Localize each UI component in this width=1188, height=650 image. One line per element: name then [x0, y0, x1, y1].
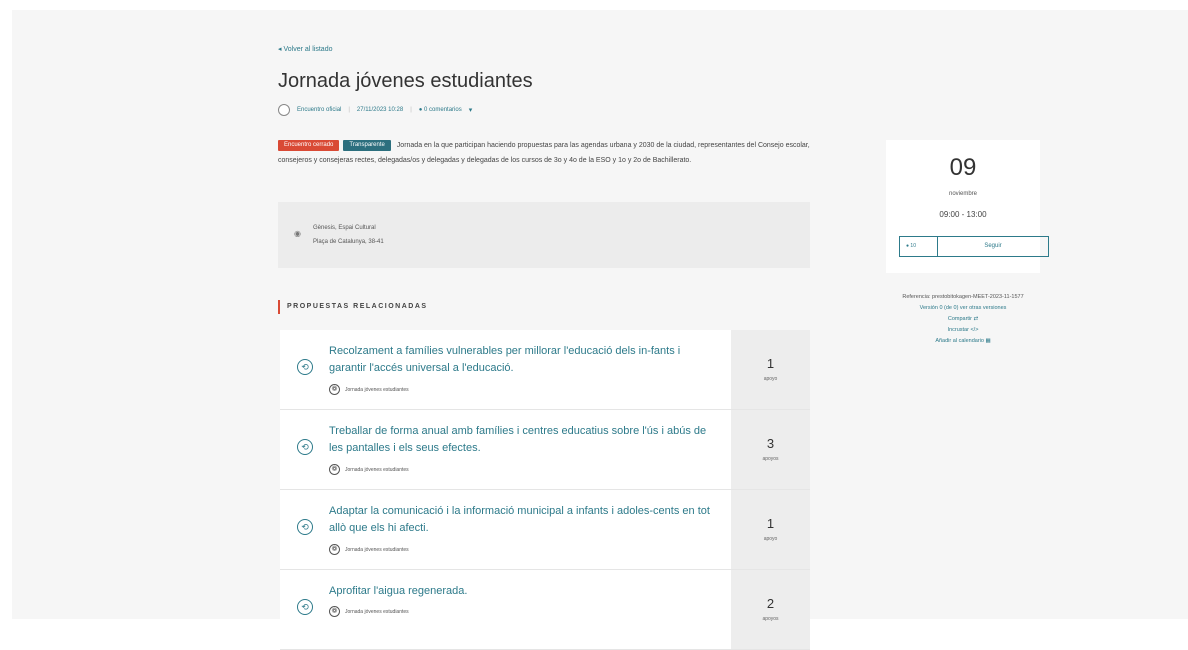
list-item: ⟲ Aprofitar l'aigua regenerada. ❁ Jornad…	[280, 570, 810, 650]
support-count-box: 3 apoyos	[731, 410, 810, 489]
support-count-box: 2 apoyos	[731, 570, 810, 649]
meeting-info: Referencia: prestobitokagen-MEET-2023-11…	[886, 292, 1040, 347]
version-link[interactable]: Versión 0 (de 0) ver otras versiones	[886, 303, 1040, 314]
support-count-box: 1 apoyo	[731, 330, 810, 409]
proposal-tag[interactable]: ❁ Jornada jóvenes estudiantes	[329, 464, 409, 475]
chevron-down-icon[interactable]: ▾	[469, 106, 473, 114]
avatar	[278, 104, 290, 116]
tag-icon: ❁	[329, 384, 340, 395]
support-count-label: apoyos	[762, 456, 779, 462]
page-frame: ◂ Volver al listado Jornada jóvenes estu…	[12, 10, 1188, 650]
list-item: ⟲ Recolzament a famílies vulnerables per…	[280, 330, 810, 410]
proposal-title-link[interactable]: Aprofitar l'aigua regenerada.	[329, 583, 715, 600]
proposal-icon: ⟲	[297, 359, 313, 375]
date-link[interactable]: 27/11/2023 10:28	[357, 107, 403, 113]
share-link[interactable]: Compartir ⇄	[886, 314, 1040, 325]
proposal-tag-label: Jornada jóvenes estudiantes	[345, 608, 409, 615]
support-count: 1	[766, 356, 775, 371]
status-badge: Encuentro cerrado	[278, 140, 340, 151]
support-count-box: 1 apoyo	[731, 490, 810, 569]
proposal-tag-label: Jornada jóvenes estudiantes	[345, 386, 409, 393]
support-count-label: apoyos	[762, 616, 779, 622]
date-card: 09 noviembre 09:00 - 13:00 ● 10 Seguir	[886, 140, 1049, 273]
category-badge[interactable]: Transparente	[343, 140, 391, 151]
reference-text: Referencia: prestobitokagen-MEET-2023-11…	[902, 294, 1024, 300]
event-hours: 09:00 - 13:00	[939, 210, 987, 219]
proposal-tag-label: Jornada jóvenes estudiantes	[345, 546, 409, 553]
tag-icon: ❁	[329, 464, 340, 475]
proposal-icon: ⟲	[297, 439, 313, 455]
follow-count: ● 10	[900, 237, 938, 256]
meta-divider: |	[348, 107, 350, 113]
map-pin-icon: ◉	[294, 229, 301, 238]
meta-divider: |	[410, 107, 412, 113]
proposal-tag[interactable]: ❁ Jornada jóvenes estudiantes	[329, 384, 409, 395]
proposals-list: ⟲ Recolzament a famílies vulnerables per…	[280, 330, 810, 650]
list-item: ⟲ Treballar de forma anual amb famílies …	[280, 410, 810, 490]
meeting-meta: Encuentro oficial | 27/11/2023 10:28 | ●…	[278, 104, 472, 116]
proposal-tag-label: Jornada jóvenes estudiantes	[345, 466, 409, 473]
add-to-calendar-link[interactable]: Añadir al calendario ▦	[886, 336, 1040, 347]
back-to-list-link[interactable]: ◂ Volver al listado	[278, 45, 333, 53]
event-month: noviembre	[948, 191, 977, 197]
author-link[interactable]: Encuentro oficial	[297, 107, 341, 113]
list-item: ⟲ Adaptar la comunicació i la informació…	[280, 490, 810, 570]
support-count-label: apoyo	[763, 536, 778, 542]
follow-label[interactable]: Seguir	[938, 237, 1048, 256]
embed-link[interactable]: Incrustar </>	[886, 325, 1040, 336]
proposal-icon: ⟲	[297, 519, 313, 535]
meeting-description: Encuentro cerrado Transparente Jornada en…	[278, 138, 810, 168]
support-count-label: apoyo	[763, 376, 778, 382]
proposal-tag[interactable]: ❁ Jornada jóvenes estudiantes	[329, 544, 409, 555]
support-count: 3	[766, 436, 775, 451]
event-day: 09	[949, 154, 977, 181]
follow-button[interactable]: ● 10 Seguir	[899, 236, 1049, 257]
address-street: Plaça de Catalunya, 38-41	[313, 239, 384, 245]
proposal-title-link[interactable]: Recolzament a famílies vulnerables per m…	[329, 343, 715, 377]
tag-icon: ❁	[329, 606, 340, 617]
related-proposals-heading: PROPUESTAS RELACIONADAS	[278, 300, 428, 314]
proposal-icon: ⟲	[297, 599, 313, 615]
proposal-title-link[interactable]: Adaptar la comunicació i la informació m…	[329, 503, 715, 537]
page-title: Jornada jóvenes estudiantes	[278, 70, 533, 92]
comments-link[interactable]: ● 0 comentarios	[419, 107, 462, 113]
proposal-title-link[interactable]: Treballar de forma anual amb famílies i …	[329, 423, 715, 457]
tag-icon: ❁	[329, 544, 340, 555]
support-count: 1	[766, 516, 775, 531]
address-place: Gènesis, Espai Cultural	[313, 225, 376, 231]
address-box: ◉ Gènesis, Espai Cultural Plaça de Catal…	[278, 202, 810, 268]
support-count: 2	[766, 596, 775, 611]
proposal-tag[interactable]: ❁ Jornada jóvenes estudiantes	[329, 606, 409, 617]
